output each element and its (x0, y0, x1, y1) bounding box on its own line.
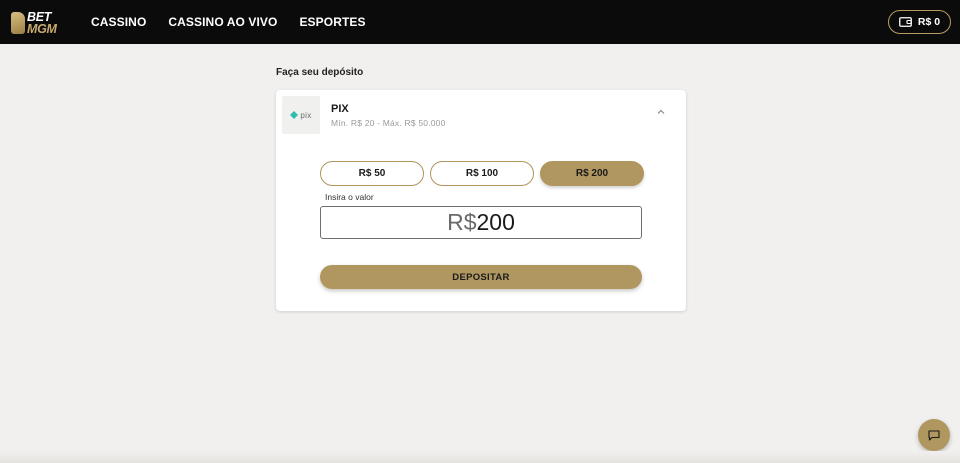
deposit-button[interactable]: DEPOSITAR (320, 265, 642, 289)
top-navigation-bar: BET MGM CASSINO CASSINO AO VIVO ESPORTES… (0, 0, 960, 44)
betmgm-logo[interactable]: BET MGM (11, 9, 65, 36)
nav-item-cassino-ao-vivo[interactable]: CASSINO AO VIVO (168, 15, 277, 29)
amount-option-50-button[interactable]: R$ 50 (320, 161, 424, 186)
chat-support-button[interactable] (918, 419, 950, 451)
amount-currency-symbol: R$ (447, 209, 477, 235)
pix-diamond-icon (290, 111, 299, 119)
pix-logo: pix (282, 96, 320, 134)
lion-emblem-icon (11, 11, 25, 34)
nav-item-esportes[interactable]: ESPORTES (299, 15, 365, 29)
wallet-balance-button[interactable]: R$ 0 (888, 10, 951, 34)
amount-options: R$ 50 R$ 100 R$ 200 (320, 161, 644, 186)
logo-wordmark: BET MGM (27, 9, 57, 36)
bottom-edge-shade (0, 451, 960, 463)
amount-option-100-button[interactable]: R$ 100 (430, 161, 534, 186)
pix-logo-text: pix (300, 110, 312, 120)
chat-icon (928, 429, 940, 441)
wallet-icon (899, 17, 912, 27)
nav-item-cassino[interactable]: CASSINO (91, 15, 146, 29)
amount-input-label: Insira o valor (325, 192, 374, 202)
payment-method-header[interactable]: pix PIX Mín. R$ 20 - Máx. R$ 50.000 (276, 90, 686, 138)
amount-input-value: 200 (476, 209, 515, 235)
deposit-section-title: Faça seu depósito (276, 67, 364, 78)
main-nav: CASSINO CASSINO AO VIVO ESPORTES (91, 0, 366, 44)
deposit-card: pix PIX Mín. R$ 20 - Máx. R$ 50.000 R$ 5… (276, 90, 686, 311)
payment-method-limits: Mín. R$ 20 - Máx. R$ 50.000 (331, 118, 446, 128)
amount-option-200-button[interactable]: R$ 200 (540, 161, 644, 186)
amount-input[interactable]: R$ 200 (320, 206, 642, 239)
chevron-up-icon[interactable] (656, 108, 666, 116)
wallet-balance-label: R$ 0 (917, 16, 941, 28)
payment-method-name: PIX (331, 103, 349, 115)
